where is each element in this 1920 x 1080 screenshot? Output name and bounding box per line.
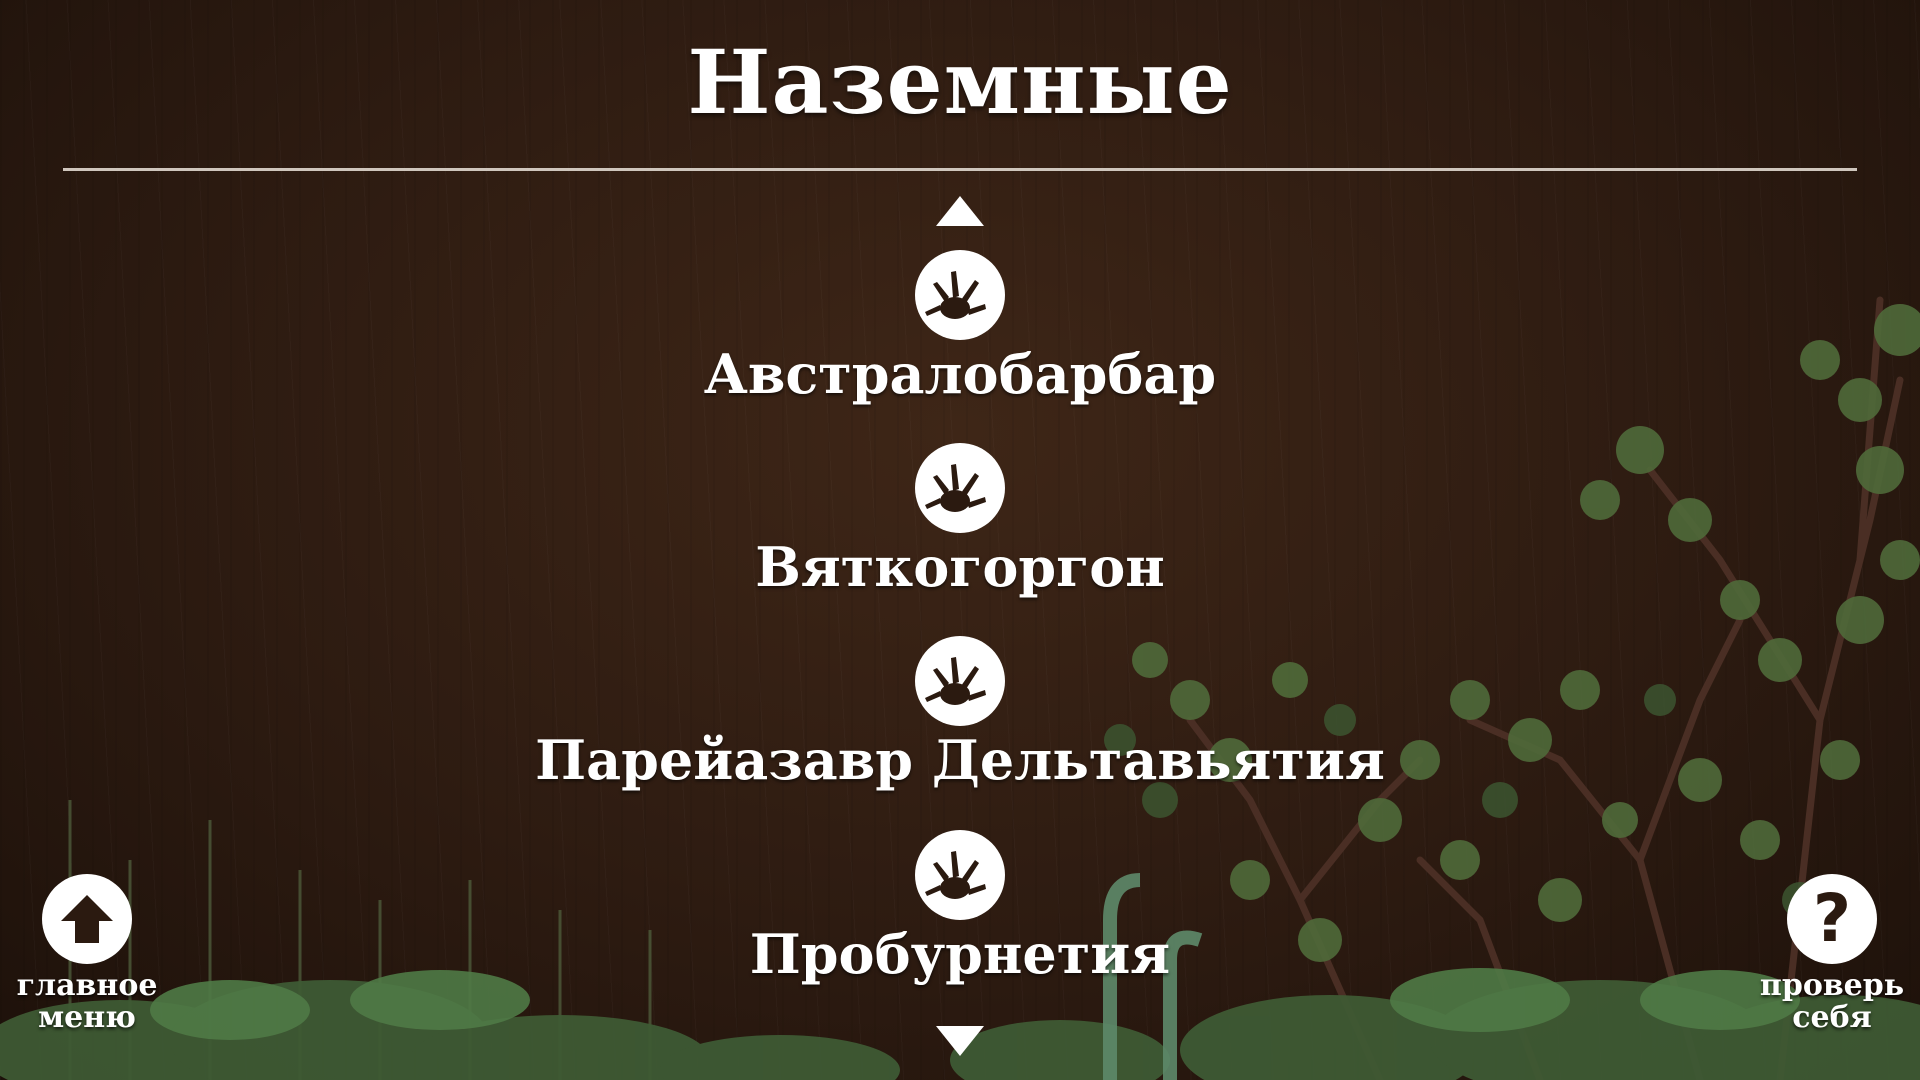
footprint-icon bbox=[915, 443, 1005, 533]
main-menu-label: главное меню bbox=[12, 970, 162, 1034]
main-menu-label-line1: главное bbox=[16, 968, 158, 1003]
home-icon bbox=[42, 874, 132, 964]
animal-name: Парейазавр Дельтавьятия bbox=[535, 728, 1385, 792]
animal-name: Вяткогоргон bbox=[755, 535, 1165, 599]
footprint-icon bbox=[915, 636, 1005, 726]
quiz-label-line1: проверь bbox=[1759, 968, 1905, 1003]
quiz-label-line2: себя bbox=[1792, 1000, 1872, 1035]
title-divider bbox=[63, 168, 1857, 171]
quiz-label: проверь себя bbox=[1757, 970, 1907, 1034]
question-mark-glyph: ? bbox=[1812, 880, 1852, 957]
main-menu-label-line2: меню bbox=[38, 1000, 136, 1035]
animal-name: Пробурнетия bbox=[749, 922, 1171, 986]
quiz-button[interactable]: ? проверь себя bbox=[1757, 874, 1907, 1034]
list-item-pareiasaurus[interactable]: Парейазавр Дельтавьятия bbox=[460, 636, 1460, 826]
page-title: Наземные bbox=[687, 30, 1233, 134]
main-menu-button[interactable]: главное меню bbox=[12, 874, 162, 1034]
list-item-proburnetia[interactable]: Пробурнетия bbox=[460, 830, 1460, 1020]
scroll-down-icon[interactable] bbox=[936, 1026, 984, 1056]
question-mark-icon: ? bbox=[1787, 874, 1877, 964]
animal-name: Австралобарбар bbox=[703, 342, 1217, 406]
footprint-icon bbox=[915, 250, 1005, 340]
game-screen: Наземные Австралобарбар Вяткогоргон Паре… bbox=[0, 0, 1920, 1080]
list-item-avstralobarbar[interactable]: Австралобарбар bbox=[460, 250, 1460, 440]
footprint-icon bbox=[915, 830, 1005, 920]
list-item-vyatkogorgon[interactable]: Вяткогоргон bbox=[460, 443, 1460, 633]
scroll-up-icon[interactable] bbox=[936, 196, 984, 226]
